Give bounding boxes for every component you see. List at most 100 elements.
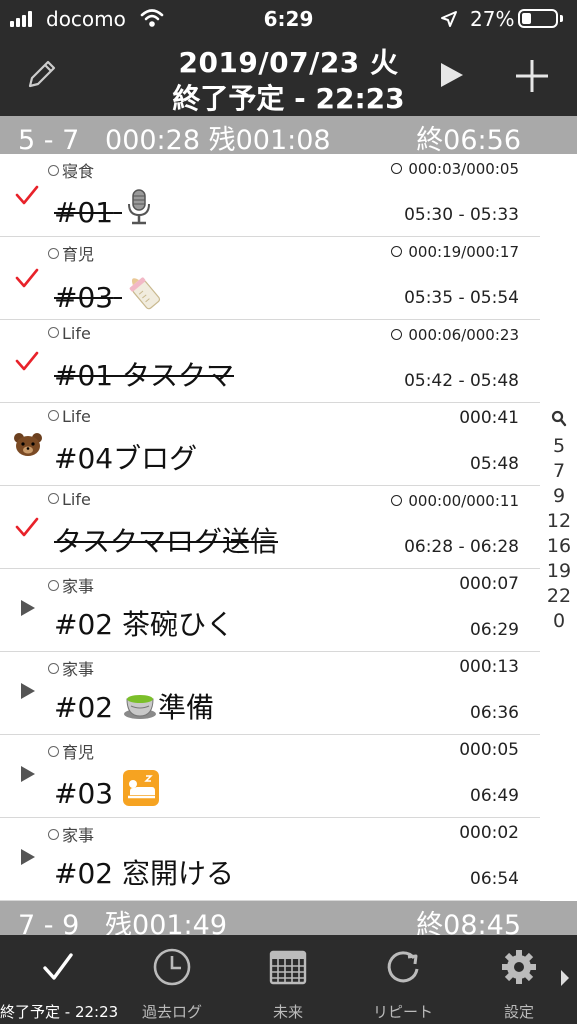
calendar-icon [269, 950, 307, 985]
category-icon [48, 248, 59, 259]
task-row[interactable]: 家事 #02 茶碗ひく 000:07 06:29 [0, 569, 540, 652]
category-icon [48, 829, 59, 840]
task-duration: 000:02 [459, 823, 519, 843]
sleeping-tile-icon [122, 769, 160, 814]
task-times: 05:30 - 05:33 [404, 205, 519, 225]
section-header[interactable]: 5 - 7 000:28 残001:08 終06:56 [0, 116, 577, 156]
play-icon[interactable] [20, 765, 36, 783]
timer-icon [391, 495, 403, 506]
task-category: Life [48, 490, 91, 509]
add-button[interactable] [512, 56, 552, 96]
tab-label: 過去ログ [141, 1003, 202, 1021]
task-category: Life [48, 324, 91, 343]
index-item[interactable]: 9 [541, 484, 577, 509]
task-timer: 000:06/000:23 [391, 326, 519, 344]
category-icon [48, 493, 59, 504]
tab-more-arrow-icon[interactable] [559, 968, 571, 988]
timer-icon [391, 329, 403, 340]
task-title: タスクマログ送信 [54, 525, 279, 558]
tab-label: 設定 [503, 1003, 534, 1021]
bear-icon[interactable] [13, 431, 43, 457]
task-category: 育児 [48, 739, 94, 763]
section-end: 終06:56 [416, 125, 521, 156]
task-times: 05:35 - 05:54 [404, 288, 519, 308]
clock-icon [153, 948, 191, 986]
task-times: 05:48 [470, 454, 519, 474]
task-title: #01 [54, 188, 156, 233]
category-icon [48, 580, 59, 591]
play-icon[interactable] [20, 848, 36, 866]
task-timer: 000:03/000:05 [391, 160, 519, 178]
task-row[interactable]: 育児 #03 000:05 06:49 [0, 735, 540, 818]
search-icon[interactable] [551, 410, 567, 428]
microphone-icon [122, 188, 156, 233]
section-range: 5 - 7 [18, 125, 80, 156]
task-row[interactable]: 家事 #02 窓開ける 000:02 06:54 [0, 818, 540, 901]
task-times: 06:54 [470, 869, 519, 889]
checkmark-icon[interactable] [14, 265, 40, 291]
task-title: #01 タスクマ [54, 359, 234, 392]
section-header[interactable]: 7 - 9 残001:49 終08:45 [0, 901, 577, 941]
tab-label: 終了予定 - 22:23 [0, 1003, 119, 1021]
index-item[interactable]: 7 [541, 459, 577, 484]
task-times: 06:49 [470, 786, 519, 806]
tab-label: 未来 [272, 1003, 303, 1021]
tab-past-log[interactable]: 過去ログ [114, 935, 230, 1024]
play-button[interactable] [436, 60, 466, 90]
category-icon [48, 327, 59, 338]
task-title: #03 [54, 769, 160, 814]
task-row[interactable]: 家事 #02 準備 000:13 06:36 [0, 652, 540, 735]
task-category: 家事 [48, 656, 94, 680]
task-title: #02 茶碗ひく [54, 608, 234, 641]
task-times: 05:42 - 05:48 [404, 371, 519, 391]
task-times: 06:36 [470, 703, 519, 723]
category-icon [48, 746, 59, 757]
location-icon [441, 11, 457, 27]
section-remaining: 残001:08 [208, 125, 331, 156]
task-times: 06:29 [470, 620, 519, 640]
header-end-planned: 終了予定 - 22:23 [172, 82, 405, 115]
category-icon [48, 165, 59, 176]
header-date: 2019/07/23 火 [178, 46, 399, 79]
tab-future[interactable]: 未来 [230, 935, 346, 1024]
task-category: 家事 [48, 573, 94, 597]
hour-index[interactable]: 5 7 9 12 16 19 22 0 [541, 410, 577, 634]
index-item[interactable]: 12 [541, 509, 577, 534]
task-row[interactable]: Life タスクマログ送信 000:00/000:11 06:28 - 06:28 [0, 486, 540, 569]
tab-repeat[interactable]: リピート [345, 935, 461, 1024]
checkmark-icon[interactable] [14, 182, 40, 208]
task-title: #03 [54, 271, 164, 318]
task-row[interactable]: Life #04ブログ 000:41 05:48 [0, 403, 540, 486]
task-row[interactable]: Life #01 タスクマ 000:06/000:23 05:42 - 05:48 [0, 320, 540, 403]
index-item[interactable]: 0 [541, 609, 577, 634]
task-duration: 000:13 [459, 657, 519, 677]
index-item[interactable]: 5 [541, 434, 577, 459]
category-icon [48, 410, 59, 421]
check-icon [43, 953, 73, 980]
play-icon[interactable] [20, 682, 36, 700]
task-row[interactable]: 寝食 #01 000:03/000:05 05:30 - 05:33 [0, 154, 540, 237]
task-title-suffix: 準備 [158, 691, 215, 724]
task-row[interactable]: 育児 #03 000:19/000:17 05:35 - 05:54 [0, 237, 540, 320]
status-bar: docomo 6:29 27% [0, 0, 577, 38]
task-times: 06:28 - 06:28 [404, 537, 519, 557]
task-timer: 000:19/000:17 [391, 243, 519, 261]
task-duration: 000:05 [459, 740, 519, 760]
checkmark-icon[interactable] [14, 348, 40, 374]
task-title: #02 準備 [54, 686, 214, 728]
index-item[interactable]: 19 [541, 559, 577, 584]
task-timer: 000:00/000:11 [391, 492, 519, 510]
index-item[interactable]: 22 [541, 584, 577, 609]
task-category: 寝食 [48, 158, 94, 182]
timer-icon [391, 163, 403, 174]
battery-percent: 27% [470, 7, 515, 31]
task-duration: 000:07 [459, 574, 519, 594]
green-tea-icon [122, 687, 158, 728]
baby-bottle-icon [122, 271, 164, 318]
task-category: Life [48, 407, 91, 426]
play-icon[interactable] [20, 599, 36, 617]
tab-end-planned[interactable]: 終了予定 - 22:23 [0, 935, 119, 1024]
index-item[interactable]: 16 [541, 534, 577, 559]
tab-label: リピート [372, 1003, 433, 1021]
checkmark-icon[interactable] [14, 514, 40, 540]
